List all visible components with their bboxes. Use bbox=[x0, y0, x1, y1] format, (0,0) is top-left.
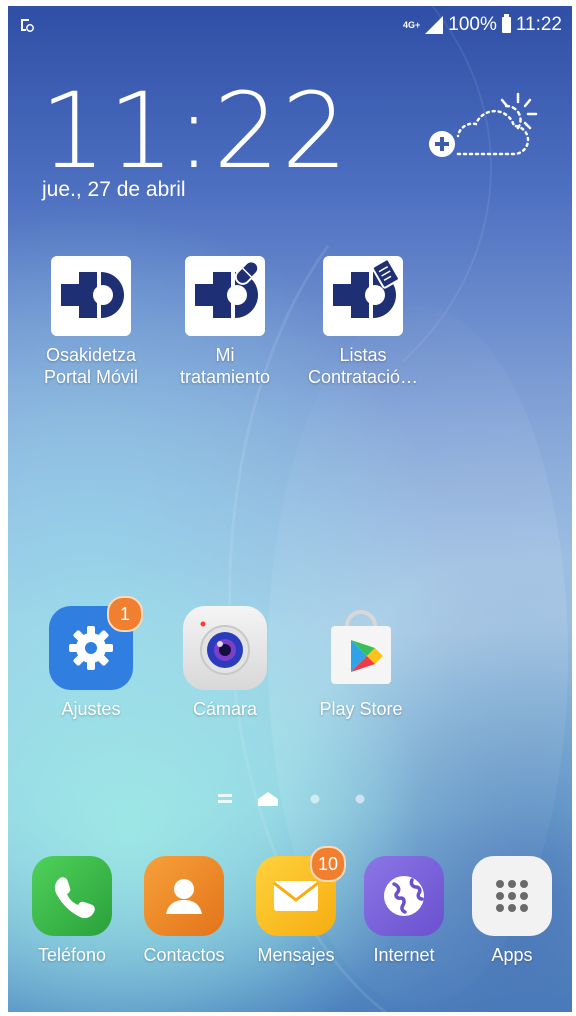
app-label: Play Store bbox=[319, 699, 403, 719]
app-label: Ajustes bbox=[61, 699, 121, 719]
app-label: Mensajes bbox=[257, 945, 335, 965]
status-bar: 4G+ 100% 11:22 bbox=[8, 6, 572, 46]
osakidetza-icon bbox=[51, 256, 131, 336]
app-camara[interactable]: Cámara bbox=[160, 606, 290, 720]
screenshot-notification-icon bbox=[20, 18, 34, 32]
status-icons: 4G+ 100% 11:22 bbox=[403, 14, 562, 36]
page-dot bbox=[310, 794, 320, 804]
app-label: Contactos bbox=[143, 945, 225, 965]
dock-app-apps[interactable]: Apps bbox=[452, 856, 572, 966]
clock-widget-time[interactable]: 11:22 bbox=[40, 76, 350, 186]
briefing-page-icon bbox=[218, 794, 232, 803]
app-mi-tratamiento[interactable]: Mi tratamiento bbox=[160, 256, 290, 388]
app-label: Teléfono bbox=[37, 945, 107, 965]
app-osakidetza-portal-movil[interactable]: Osakidetza Portal Móvil bbox=[26, 256, 156, 388]
apps-grid-icon bbox=[472, 856, 552, 936]
status-time: 11:22 bbox=[515, 14, 562, 35]
clock-widget-date[interactable]: jue., 27 de abril bbox=[42, 178, 186, 202]
home-screen: 4G+ 100% 11:22 11:22 jue., 27 de abril O… bbox=[8, 6, 572, 1012]
dock-app-internet[interactable]: Internet bbox=[344, 856, 464, 966]
page-indicator[interactable] bbox=[214, 786, 374, 810]
app-label: Internet bbox=[373, 945, 435, 965]
dock-app-contactos[interactable]: Contactos bbox=[124, 856, 244, 966]
battery-percent: 100% bbox=[448, 14, 497, 35]
app-label: Listas Contratació… bbox=[307, 345, 419, 387]
play-store-icon bbox=[319, 606, 403, 690]
network-type-icon: 4G+ bbox=[402, 19, 421, 30]
phone-icon bbox=[32, 856, 112, 936]
notification-badge: 10 bbox=[310, 846, 346, 882]
camera-icon bbox=[183, 606, 267, 690]
dock-app-mensajes[interactable]: 10 Mensajes bbox=[236, 846, 356, 966]
weather-add-icon[interactable] bbox=[422, 92, 542, 172]
battery-icon bbox=[501, 14, 511, 33]
home-page-icon bbox=[258, 792, 278, 806]
settings-gear-icon: 1 bbox=[49, 596, 143, 690]
app-play-store[interactable]: Play Store bbox=[296, 606, 426, 720]
notification-badge: 1 bbox=[107, 596, 143, 632]
app-label: Apps bbox=[491, 945, 533, 965]
contacts-icon bbox=[144, 856, 224, 936]
app-ajustes[interactable]: 1 Ajustes bbox=[26, 596, 156, 720]
app-label: Mi tratamiento bbox=[179, 345, 271, 387]
app-label: Cámara bbox=[192, 699, 258, 719]
app-label: Osakidetza Portal Móvil bbox=[43, 345, 139, 387]
osakidetza-pill-icon bbox=[185, 256, 265, 336]
globe-icon bbox=[364, 856, 444, 936]
signal-icon bbox=[425, 16, 444, 34]
dock-app-telefono[interactable]: Teléfono bbox=[12, 856, 132, 966]
osakidetza-list-icon bbox=[323, 256, 403, 336]
page-dot bbox=[355, 794, 365, 804]
messages-envelope-icon: 10 bbox=[256, 846, 346, 936]
app-listas-contratacion[interactable]: Listas Contratació… bbox=[298, 256, 428, 388]
